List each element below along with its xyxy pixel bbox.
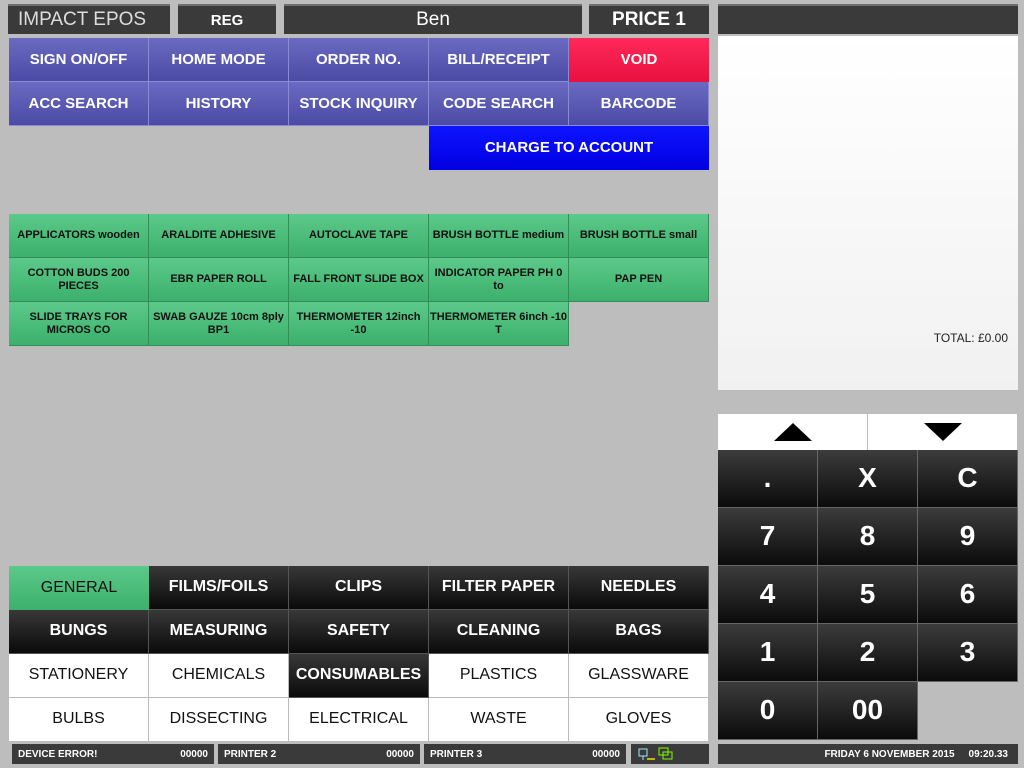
device-error-label: DEVICE ERROR! [18,748,98,760]
key-00[interactable]: 00 [818,682,918,740]
category-needles[interactable]: NEEDLES [569,566,709,610]
barcode-button[interactable]: BARCODE [569,82,709,126]
printer-2-label: PRINTER 2 [224,748,277,760]
category-cleaning[interactable]: CLEANING [429,610,569,654]
arrow-down-icon [923,423,962,441]
arrow-up-icon [773,423,812,441]
charge-to-account-button[interactable]: CHARGE TO ACCOUNT [429,126,709,170]
product-button[interactable]: THERMOMETER 12inch -10 [289,302,429,346]
app-title: IMPACT EPOS [8,4,170,34]
key-3[interactable]: 3 [918,624,1018,682]
category-clips[interactable]: CLIPS [289,566,429,610]
printer-3-code: 00000 [592,748,620,760]
status-printer-3: PRINTER 3 00000 [424,744,626,764]
category-dissecting[interactable]: DISSECTING [149,698,289,742]
stock-inquiry-button[interactable]: STOCK INQUIRY [289,82,429,126]
status-printer-2: PRINTER 2 00000 [218,744,420,764]
key-6[interactable]: 6 [918,566,1018,624]
key-7[interactable]: 7 [718,508,818,566]
status-device-error: DEVICE ERROR! 00000 [12,744,214,764]
order-no-button[interactable]: ORDER NO. [289,38,429,82]
mode-indicator: REG [178,4,276,34]
category-chemicals[interactable]: CHEMICALS [149,654,289,698]
key-4[interactable]: 4 [718,566,818,624]
key-2[interactable]: 2 [818,624,918,682]
product-button[interactable]: THERMOMETER 6inch -10 T [429,302,569,346]
key-8[interactable]: 8 [818,508,918,566]
category-plastics[interactable]: PLASTICS [429,654,569,698]
product-button[interactable]: EBR PAPER ROLL [149,258,289,302]
printer-2-code: 00000 [386,748,414,760]
category-films-foils[interactable]: FILMS/FOILS [149,566,289,610]
status-date: FRIDAY 6 NOVEMBER 2015 [824,748,955,760]
category-bulbs[interactable]: BULBS [9,698,149,742]
product-button[interactable]: BRUSH BOTTLE small [569,214,709,258]
acc-search-button[interactable]: ACC SEARCH [9,82,149,126]
category-stationery[interactable]: STATIONERY [9,654,149,698]
product-button[interactable]: SWAB GAUZE 10cm 8ply BP1 [149,302,289,346]
sign-on-off-button[interactable]: SIGN ON/OFF [9,38,149,82]
key-multiply[interactable]: X [818,450,918,508]
status-network [631,744,709,764]
price-level: PRICE 1 [589,4,709,34]
category-waste[interactable]: WASTE [429,698,569,742]
printer-3-label: PRINTER 3 [430,748,483,760]
product-button[interactable]: AUTOCLAVE TAPE [289,214,429,258]
scroll-up-button[interactable] [718,414,868,450]
key-0[interactable]: 0 [718,682,818,740]
product-button[interactable]: FALL FRONT SLIDE BOX [289,258,429,302]
category-bags[interactable]: BAGS [569,610,709,654]
category-general[interactable]: GENERAL [9,566,149,610]
category-glassware[interactable]: GLASSWARE [569,654,709,698]
device-error-code: 00000 [180,748,208,760]
code-search-button[interactable]: CODE SEARCH [429,82,569,126]
scroll-down-button[interactable] [868,414,1018,450]
category-consumables[interactable]: CONSUMABLES [289,654,429,698]
product-button[interactable]: SLIDE TRAYS FOR MICROS CO [9,302,149,346]
product-button[interactable]: BRUSH BOTTLE medium [429,214,569,258]
bill-receipt-button[interactable]: BILL/RECEIPT [429,38,569,82]
network-icon [638,747,673,760]
receipt-total: TOTAL: £0.00 [933,331,1008,345]
user-name: Ben [284,4,582,34]
receipt-header [718,4,1018,34]
category-gloves[interactable]: GLOVES [569,698,709,742]
category-safety[interactable]: SAFETY [289,610,429,654]
product-button[interactable]: ARALDITE ADHESIVE [149,214,289,258]
void-button[interactable]: VOID [569,38,709,82]
status-time: 09:20.33 [968,748,1008,760]
category-filter-paper[interactable]: FILTER PAPER [429,566,569,610]
category-bungs[interactable]: BUNGS [9,610,149,654]
product-button[interactable]: PAP PEN [569,258,709,302]
category-measuring[interactable]: MEASURING [149,610,289,654]
status-datetime: FRIDAY 6 NOVEMBER 2015 09:20.33 [718,744,1018,764]
product-button[interactable]: COTTON BUDS 200 PIECES [9,258,149,302]
product-button[interactable]: APPLICATORS wooden [9,214,149,258]
key-9[interactable]: 9 [918,508,1018,566]
category-electrical[interactable]: ELECTRICAL [289,698,429,742]
receipt-panel: TOTAL: £0.00 [718,36,1018,390]
product-button[interactable]: INDICATOR PAPER PH 0 to [429,258,569,302]
key-clear[interactable]: C [918,450,1018,508]
history-button[interactable]: HISTORY [149,82,289,126]
home-mode-button[interactable]: HOME MODE [149,38,289,82]
key-1[interactable]: 1 [718,624,818,682]
key-decimal[interactable]: . [718,450,818,508]
key-5[interactable]: 5 [818,566,918,624]
